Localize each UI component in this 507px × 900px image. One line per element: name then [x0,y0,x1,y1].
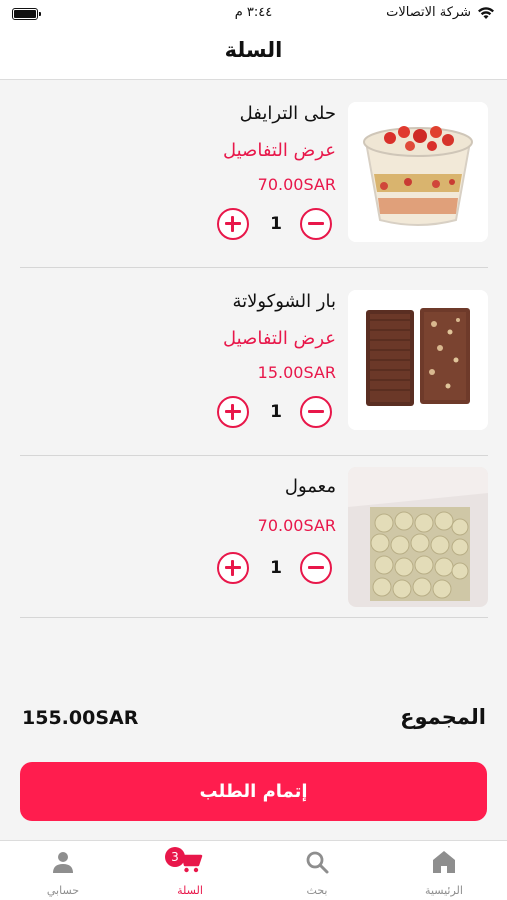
tab-label: حسابي [46,884,80,897]
status-bar: ٣:٤٤ م شركة الاتصالات [0,0,507,30]
view-details-link[interactable]: عرض التفاصيل [223,140,336,161]
order-total-row: المجموع 155.00SAR [22,705,486,735]
cart-count-badge: 3 [165,847,185,867]
item-name: معمول [284,476,336,497]
tab-account[interactable]: حسابي [0,841,126,900]
item-price: 70.00SAR [257,516,336,535]
carrier-info: شركة الاتصالات [386,5,495,20]
checkout-button[interactable]: إتمام الطلب [20,762,487,821]
nav-header: السلة [0,30,507,80]
item-price: 15.00SAR [257,363,336,382]
item-quantity: 1 [270,558,282,578]
page-title: السلة [224,38,283,62]
search-icon [306,851,329,874]
increase-quantity-button[interactable] [217,552,249,584]
tab-home[interactable]: الرئيسية [381,841,507,900]
item-quantity: 1 [270,214,282,234]
cart-item: معمول 70.00SAR 1 [20,456,488,618]
wifi-icon [478,6,494,19]
decrease-quantity-button[interactable] [300,552,332,584]
item-name: حلى الترايفل [239,103,336,124]
person-icon [53,852,73,873]
carrier-name: شركة الاتصالات [386,5,471,20]
maamoul-box-image [348,467,488,607]
increase-quantity-button[interactable] [217,396,249,428]
home-icon [433,851,455,873]
total-value: 155.00SAR [22,707,139,729]
increase-quantity-button[interactable] [217,208,249,240]
decrease-quantity-button[interactable] [300,396,332,428]
tab-label: الرئيسية [425,884,463,897]
tab-cart[interactable]: 3 السلة [127,841,253,900]
view-details-link[interactable]: عرض التفاصيل [223,328,336,349]
tab-search[interactable]: بحث [254,841,380,900]
bottom-tab-bar: حسابي 3 السلة بحث الرئيسية [0,840,507,900]
decrease-quantity-button[interactable] [300,208,332,240]
cart-item: بار الشوكولاتة عرض التفاصيل 15.00SAR 1 [20,268,488,456]
chocolate-bar-image [348,290,488,430]
item-price: 70.00SAR [257,175,336,194]
total-label: المجموع [400,705,486,729]
tab-label: بحث [306,884,328,897]
cart-item: حلى الترايفل عرض التفاصيل 70.00SAR 1 [20,80,488,268]
item-quantity: 1 [270,402,282,422]
item-name: بار الشوكولاتة [232,291,336,312]
trifle-dessert-image [348,102,488,242]
tab-label: السلة [177,884,203,897]
